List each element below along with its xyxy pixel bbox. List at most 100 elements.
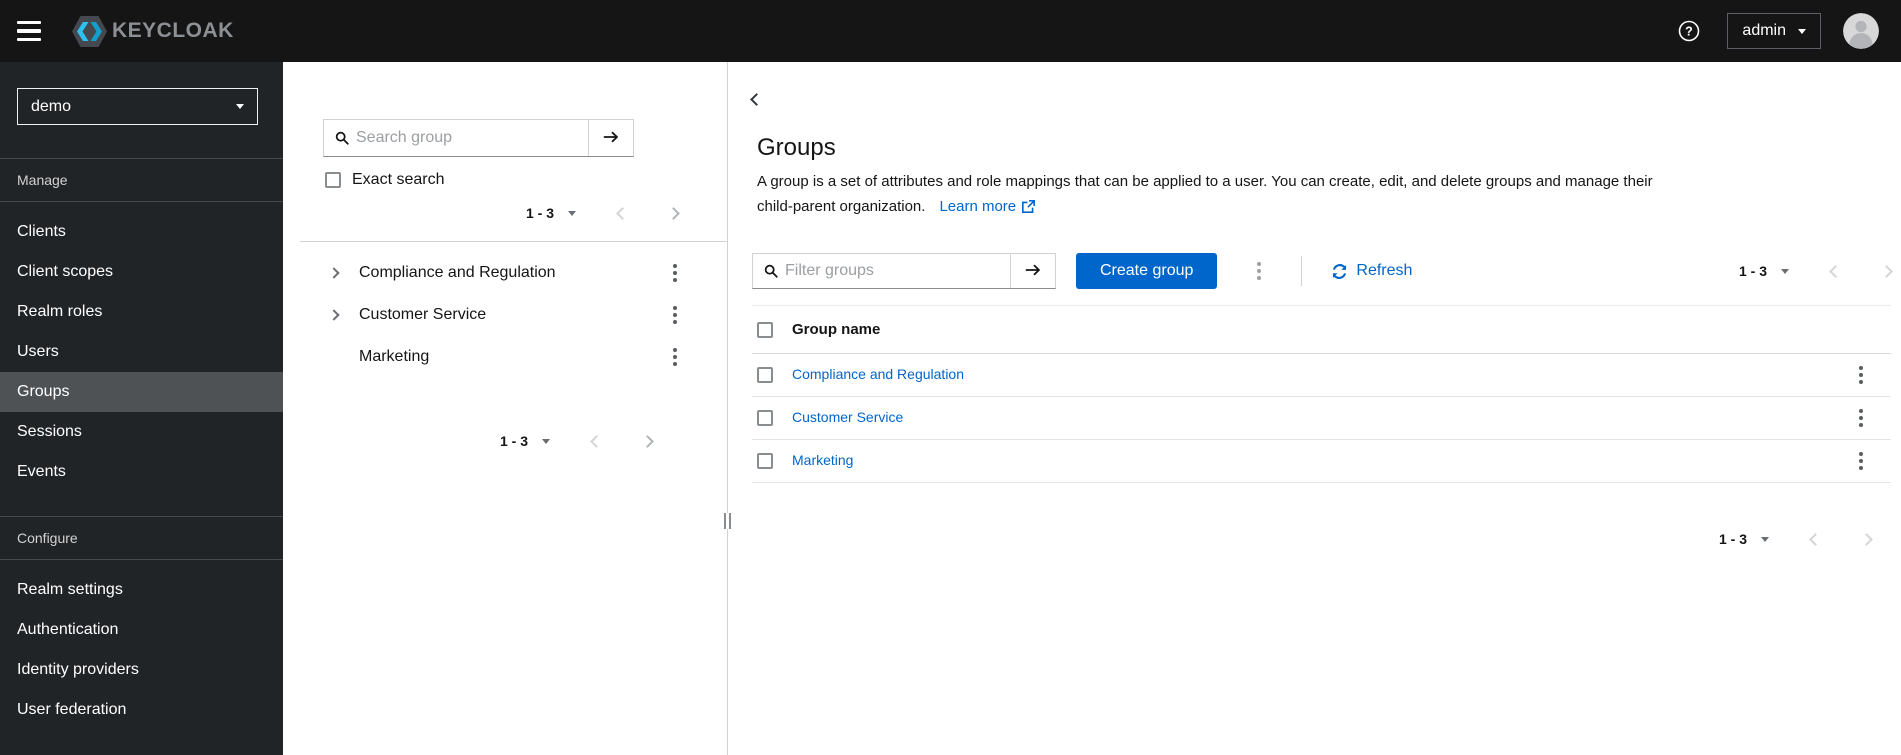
sidebar-item-users[interactable]: Users (0, 332, 283, 372)
search-icon (753, 254, 785, 288)
groups-table: Group name Compliance and Regulation Cus… (752, 305, 1891, 483)
tree-item-kebab-menu[interactable] (669, 260, 681, 286)
row-checkbox[interactable] (757, 367, 773, 383)
filter-submit-button[interactable] (1010, 254, 1055, 288)
create-group-button[interactable]: Create group (1076, 253, 1218, 289)
next-page-button[interactable] (667, 206, 680, 220)
tree-item-label[interactable]: Compliance and Regulation (359, 264, 669, 282)
sidebar-item-sessions[interactable]: Sessions (0, 412, 283, 452)
sidebar-item-events[interactable]: Events (0, 452, 283, 492)
tree-pagination-bottom: 1 - 3 (283, 433, 727, 449)
next-page-button[interactable] (641, 434, 654, 448)
chevron-left-icon (750, 92, 763, 106)
chevron-left-icon (590, 434, 603, 448)
user-menu-label: admin (1742, 22, 1786, 39)
column-header-group-name: Group name (792, 321, 881, 338)
row-kebab-menu[interactable] (1855, 448, 1867, 474)
tree-expand-toggle[interactable] (328, 267, 356, 279)
table-pagination-menu-toggle[interactable]: 1 - 3 (1719, 531, 1769, 547)
arrow-right-icon (1025, 262, 1041, 281)
chevron-right-icon (328, 309, 340, 321)
collapse-tree-button[interactable] (750, 91, 763, 107)
nav-section-manage: Manage Clients Client scopes Realm roles… (0, 158, 283, 492)
table-row: Marketing (752, 440, 1891, 483)
group-link[interactable]: Customer Service (792, 409, 903, 425)
prev-page-button[interactable] (590, 434, 603, 448)
next-page-button[interactable] (1860, 532, 1873, 546)
nav-toggle-button[interactable] (17, 16, 47, 46)
svg-text:?: ? (1686, 24, 1694, 38)
row-checkbox[interactable] (757, 453, 773, 469)
chevron-right-icon (667, 206, 680, 220)
refresh-label: Refresh (1356, 262, 1413, 279)
group-link[interactable]: Compliance and Regulation (792, 366, 964, 382)
refresh-button[interactable]: Refresh (1332, 262, 1412, 280)
exact-search-option: Exact search (325, 171, 444, 189)
group-link[interactable]: Marketing (792, 452, 853, 468)
select-all-checkbox[interactable] (757, 321, 773, 338)
realm-select[interactable]: demo (17, 88, 258, 125)
group-search-input[interactable] (356, 120, 588, 156)
sidebar-item-realm-settings[interactable]: Realm settings (0, 570, 283, 610)
groups-main-panel: Groups A group is a set of attributes an… (728, 62, 1901, 755)
pagination-range: 1 - 3 (525, 205, 554, 221)
pagination-range: 1 - 3 (1718, 531, 1747, 547)
avatar[interactable] (1843, 13, 1879, 49)
chevron-down-icon (236, 104, 244, 109)
chevron-left-icon (1829, 264, 1842, 278)
brand-text: KEYCLOAK (112, 19, 234, 42)
toolbar-kebab-menu[interactable] (1253, 258, 1265, 284)
table-row: Compliance and Regulation (752, 354, 1891, 397)
resizer-grip-icon[interactable] (724, 513, 731, 529)
table-pagination-menu-toggle[interactable]: 1 - 3 (1739, 263, 1789, 279)
tree-pagination-menu-toggle[interactable]: 1 - 3 (500, 433, 550, 449)
nav-section-configure: Configure Realm settings Authentication … (0, 516, 283, 730)
nav-section-title: Configure (0, 516, 283, 560)
tree-expand-toggle[interactable] (328, 309, 356, 321)
external-link-icon (1022, 200, 1036, 213)
groups-toolbar: Create group Refresh 1 - 3 (752, 253, 1901, 289)
tree-pagination-menu-toggle[interactable]: 1 - 3 (526, 205, 576, 221)
chevron-left-icon (1809, 532, 1822, 546)
row-kebab-menu[interactable] (1855, 405, 1867, 431)
row-checkbox[interactable] (757, 410, 773, 426)
row-kebab-menu[interactable] (1855, 362, 1867, 388)
exact-search-checkbox[interactable] (325, 172, 341, 188)
sidebar-item-realm-roles[interactable]: Realm roles (0, 292, 283, 332)
tree-item: Compliance and Regulation (328, 252, 681, 294)
panel-resizer[interactable] (724, 62, 731, 755)
group-tree-panel: Exact search 1 - 3 Compliance and Regula… (283, 62, 727, 755)
sidebar-nav: demo Manage Clients Client scopes Realm … (0, 62, 283, 755)
learn-more-link[interactable]: Learn more (939, 194, 1036, 219)
table-pagination-top: 1 - 3 (1739, 263, 1893, 279)
next-page-button[interactable] (1880, 264, 1893, 278)
tree-item: Customer Service (328, 294, 681, 336)
keycloak-logo: KEYCLOAK (71, 15, 234, 48)
tree-item-kebab-menu[interactable] (669, 302, 681, 328)
tree-item-label[interactable]: Marketing (359, 348, 669, 366)
chevron-right-icon (1860, 532, 1873, 546)
sidebar-item-client-scopes[interactable]: Client scopes (0, 252, 283, 292)
prev-page-button[interactable] (616, 206, 629, 220)
keycloak-hexagon-icon (72, 15, 107, 47)
group-search-submit-button[interactable] (588, 120, 633, 156)
sidebar-item-authentication[interactable]: Authentication (0, 610, 283, 650)
user-menu-dropdown[interactable]: admin (1727, 13, 1821, 49)
page-description: A group is a set of attributes and role … (757, 169, 1901, 219)
sidebar-item-user-federation[interactable]: User federation (0, 690, 283, 730)
sidebar-item-identity-providers[interactable]: Identity providers (0, 650, 283, 690)
filter-groups-input[interactable] (785, 254, 1010, 288)
help-button[interactable]: ? (1677, 19, 1701, 43)
tree-item-label[interactable]: Customer Service (359, 306, 669, 324)
sidebar-item-clients[interactable]: Clients (0, 212, 283, 252)
prev-page-button[interactable] (1809, 532, 1822, 546)
divider (1301, 256, 1303, 286)
caret-down-icon (1781, 268, 1789, 274)
group-search-input-group (323, 119, 634, 157)
table-row: Customer Service (752, 397, 1891, 440)
sidebar-item-groups[interactable]: Groups (0, 372, 283, 412)
prev-page-button[interactable] (1829, 264, 1842, 278)
tree-item-kebab-menu[interactable] (669, 344, 681, 370)
chevron-left-icon (616, 206, 629, 220)
arrow-right-icon (603, 129, 619, 148)
